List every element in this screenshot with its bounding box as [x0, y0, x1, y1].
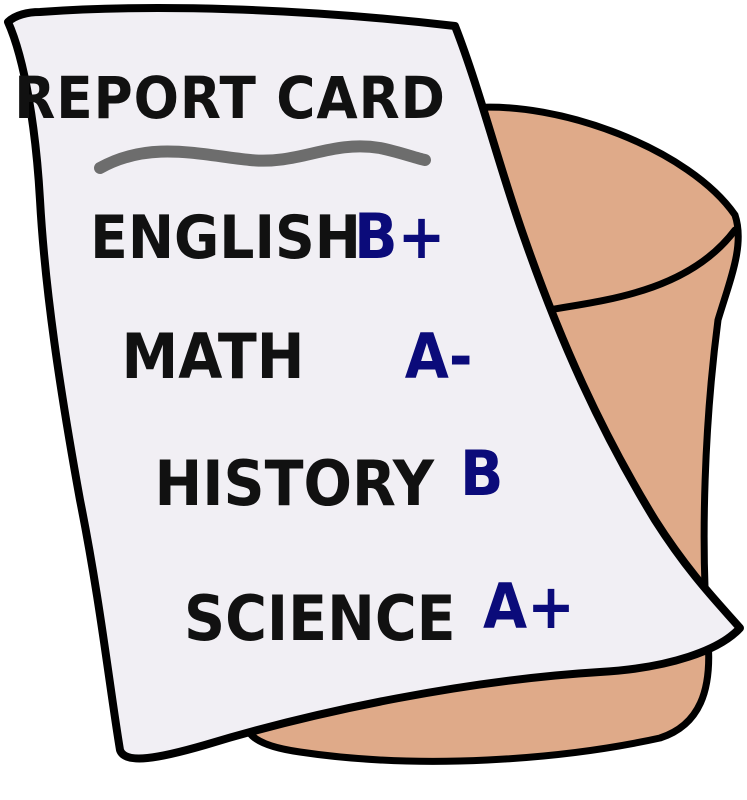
subject-history: HISTORY: [155, 449, 435, 521]
clipart-stage: REPORT CARD ENGLISH B+ MATH A- HISTORY B…: [0, 0, 747, 800]
subject-science: SCIENCE: [184, 584, 456, 656]
grade-math: A-: [405, 322, 473, 394]
report-card-illustration: REPORT CARD ENGLISH B+ MATH A- HISTORY B…: [4, 4, 744, 765]
subject-english: ENGLISH: [90, 202, 361, 273]
report-card-title: REPORT CARD: [14, 65, 446, 133]
grade-history: B: [460, 439, 503, 511]
grade-science: A+: [483, 572, 575, 644]
grade-english: B+: [354, 202, 445, 274]
subject-math: MATH: [121, 322, 304, 394]
